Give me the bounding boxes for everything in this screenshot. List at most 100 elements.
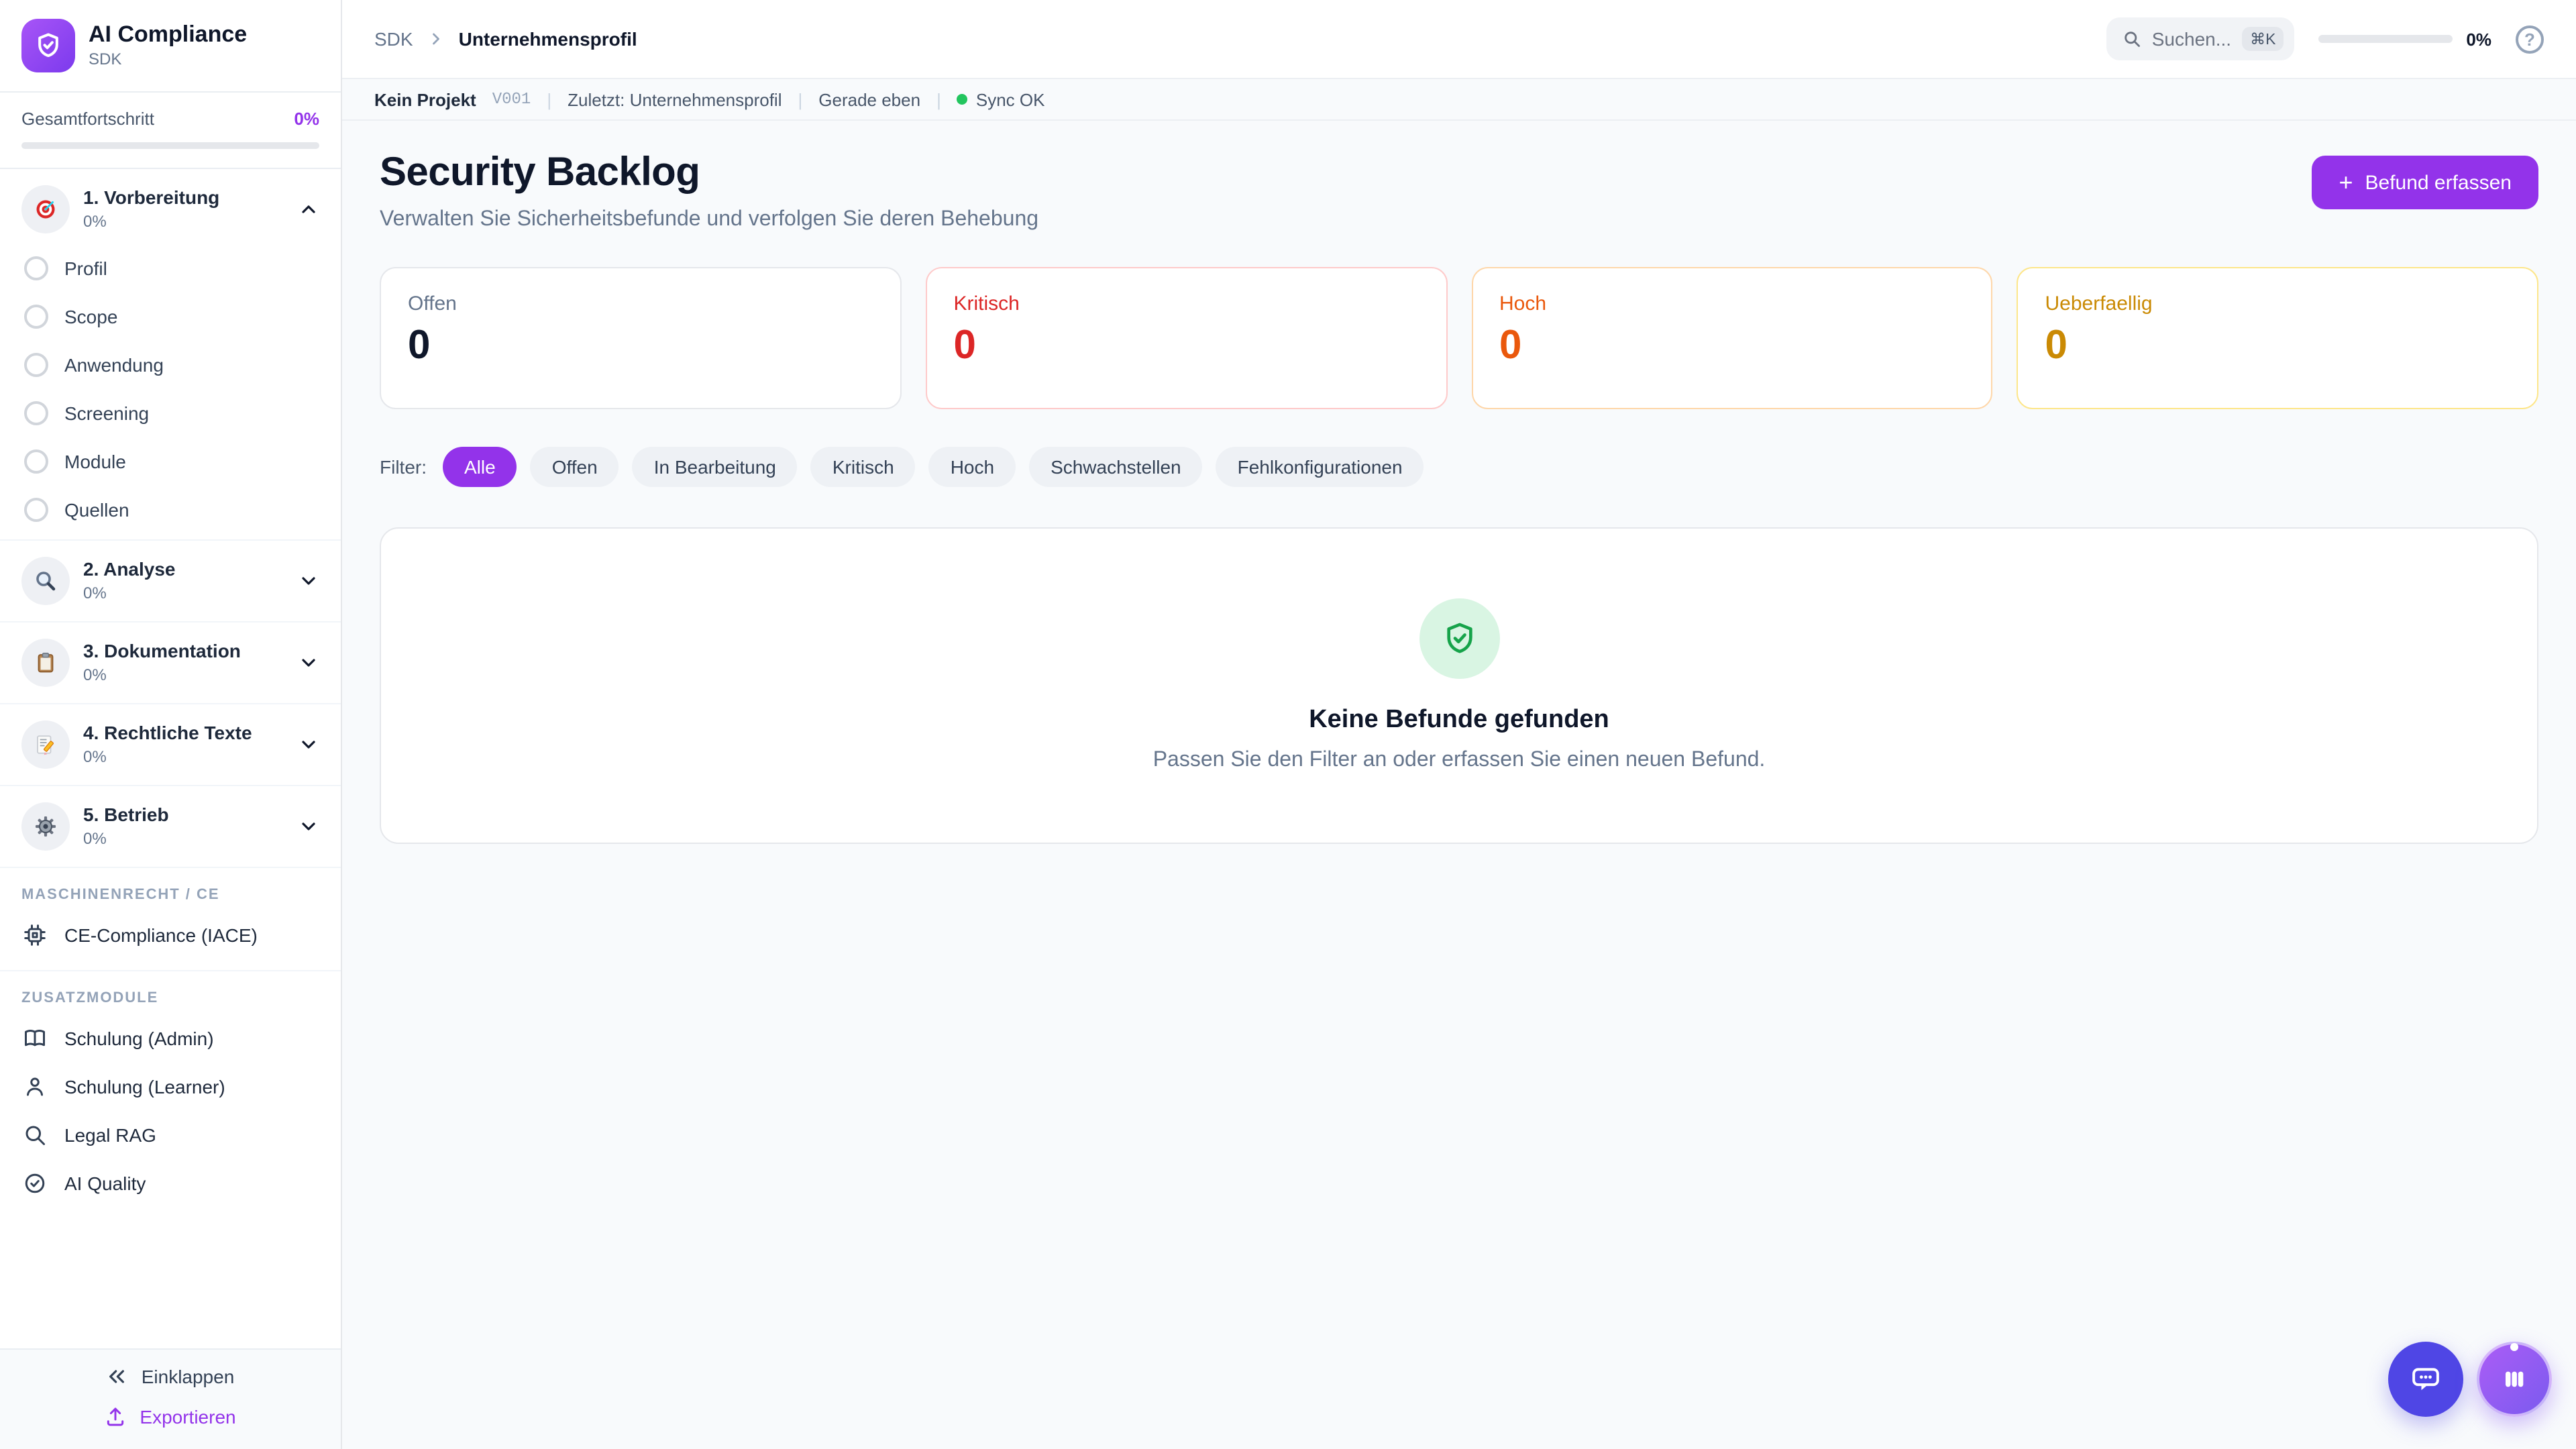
section-label-zusatzmodule: ZUSATZMODULE bbox=[0, 971, 341, 1014]
app-title: AI Compliance bbox=[89, 22, 247, 48]
breadcrumb-current: Unternehmensprofil bbox=[459, 28, 637, 50]
step-circle-icon bbox=[24, 353, 48, 377]
chevron-down-icon bbox=[298, 734, 319, 755]
overall-progress-bar bbox=[21, 142, 319, 149]
sidebar-phase-dokumentation[interactable]: 3. Dokumentation 0% bbox=[0, 628, 341, 698]
target-icon bbox=[21, 185, 70, 233]
kanban-columns-icon bbox=[2497, 1362, 2532, 1397]
last-saved-time: Gerade eben bbox=[818, 89, 920, 109]
sidebar-item-quellen[interactable]: Quellen bbox=[0, 486, 341, 534]
memo-icon bbox=[21, 720, 70, 769]
upload-icon bbox=[105, 1406, 126, 1428]
shield-check-green-icon bbox=[1419, 598, 1499, 679]
sidebar-item-schulung-admin[interactable]: Schulung (Admin) bbox=[0, 1014, 341, 1063]
sidebar-item-module[interactable]: Module bbox=[0, 437, 341, 486]
filter-chip-in-bearbeitung[interactable]: In Bearbeitung bbox=[633, 447, 798, 487]
step-circle-icon bbox=[24, 305, 48, 329]
overall-progress-label: Gesamtfortschritt bbox=[21, 109, 154, 129]
magnifier-icon bbox=[21, 557, 70, 605]
sidebar-footer: Einklappen Exportieren bbox=[0, 1348, 341, 1449]
chevron-up-icon bbox=[298, 199, 319, 220]
sidebar: AI Compliance SDK Gesamtfortschritt 0% bbox=[0, 0, 342, 1449]
sidebar-item-schulung-learner[interactable]: Schulung (Learner) bbox=[0, 1063, 341, 1111]
collapse-sidebar-button[interactable]: Einklappen bbox=[107, 1366, 235, 1387]
chevron-down-icon bbox=[298, 816, 319, 837]
sidebar-phase-rechtliche-texte[interactable]: 4. Rechtliche Texte 0% bbox=[0, 710, 341, 780]
create-finding-button[interactable]: + Befund erfassen bbox=[2312, 156, 2538, 209]
filter-chip-fehlkonfigurationen[interactable]: Fehlkonfigurationen bbox=[1216, 447, 1424, 487]
overall-progress: Gesamtfortschritt 0% bbox=[0, 93, 341, 169]
filter-chip-kritisch[interactable]: Kritisch bbox=[811, 447, 916, 487]
clipboard-icon bbox=[21, 639, 70, 687]
help-icon[interactable]: ? bbox=[2516, 25, 2544, 53]
sidebar-item-screening[interactable]: Screening bbox=[0, 389, 341, 437]
breadcrumb-root[interactable]: SDK bbox=[374, 28, 413, 50]
user-icon bbox=[21, 1075, 48, 1099]
phase-label: 1. Vorbereitung bbox=[83, 187, 284, 210]
section-label-maschinenrecht: MASCHINENRECHT / CE bbox=[0, 868, 341, 911]
page-title: Security Backlog bbox=[380, 150, 1038, 196]
header-progress-bar bbox=[2318, 35, 2453, 43]
last-saved: Zuletzt: Unternehmensprofil bbox=[568, 89, 782, 109]
overall-progress-value: 0% bbox=[294, 109, 319, 129]
export-button[interactable]: Exportieren bbox=[105, 1406, 235, 1428]
stat-card-hoch: Hoch 0 bbox=[1471, 267, 1993, 409]
header-progress: 0% bbox=[2318, 29, 2491, 49]
sidebar-item-anwendung[interactable]: Anwendung bbox=[0, 341, 341, 389]
sidebar-item-legal-rag[interactable]: Legal RAG bbox=[0, 1111, 341, 1159]
filter-label: Filter: bbox=[380, 456, 427, 478]
kanban-fab-button[interactable] bbox=[2477, 1342, 2552, 1417]
empty-state-card: Keine Befunde gefunden Passen Sie den Fi… bbox=[380, 527, 2538, 844]
breadcrumb: SDK Unternehmensprofil bbox=[374, 28, 637, 50]
sidebar-item-scope[interactable]: Scope bbox=[0, 292, 341, 341]
sync-status: Sync OK bbox=[957, 89, 1045, 109]
search-icon bbox=[21, 1123, 48, 1147]
sidebar-phase-betrieb[interactable]: 5. Betrieb 0% bbox=[0, 792, 341, 861]
search-placeholder: Suchen... bbox=[2152, 28, 2231, 50]
content: Security Backlog Verwalten Sie Sicherhei… bbox=[342, 121, 2576, 1449]
search-input[interactable]: Suchen... ⌘K bbox=[2106, 17, 2295, 60]
plus-icon: + bbox=[2339, 170, 2353, 195]
project-name: Kein Projekt bbox=[374, 89, 476, 109]
book-open-icon bbox=[21, 1026, 48, 1051]
phase-block-betrieb: 5. Betrieb 0% bbox=[0, 786, 341, 868]
chevron-down-icon bbox=[298, 570, 319, 592]
statusbar: Kein Projekt V001 | Zuletzt: Unternehmen… bbox=[342, 79, 2576, 121]
check-circle-icon bbox=[21, 1171, 48, 1195]
filter-chip-offen[interactable]: Offen bbox=[531, 447, 619, 487]
phase-block-dokumentation: 3. Dokumentation 0% bbox=[0, 623, 341, 704]
sidebar-phase-analyse[interactable]: 2. Analyse 0% bbox=[0, 546, 341, 616]
version-badge: V001 bbox=[492, 90, 531, 109]
app-subtitle: SDK bbox=[89, 51, 247, 70]
divider: | bbox=[936, 89, 941, 109]
sidebar-item-profil[interactable]: Profil bbox=[0, 244, 341, 292]
chat-fab-button[interactable] bbox=[2388, 1342, 2463, 1417]
shield-check-icon bbox=[34, 31, 63, 60]
phase-block-rechtliche-texte: 4. Rechtliche Texte 0% bbox=[0, 704, 341, 786]
stat-cards: Offen 0 Kritisch 0 Hoch 0 Ueberfaellig 0 bbox=[380, 267, 2538, 409]
divider: | bbox=[798, 89, 803, 109]
empty-state-message: Passen Sie den Filter an oder erfassen S… bbox=[1153, 749, 1766, 773]
app-logo bbox=[21, 19, 75, 72]
filter-bar: Filter: Alle Offen In Bearbeitung Kritis… bbox=[380, 447, 2538, 487]
sidebar-item-ce-compliance[interactable]: CE-Compliance (IACE) bbox=[0, 911, 341, 959]
phase-percent: 0% bbox=[83, 212, 284, 231]
sidebar-item-ai-quality[interactable]: AI Quality bbox=[0, 1159, 341, 1208]
search-icon bbox=[2123, 30, 2141, 48]
filter-chip-schwachstellen[interactable]: Schwachstellen bbox=[1029, 447, 1203, 487]
empty-state-title: Keine Befunde gefunden bbox=[1309, 706, 1609, 735]
step-circle-icon bbox=[24, 449, 48, 474]
filter-chip-hoch[interactable]: Hoch bbox=[929, 447, 1016, 487]
filter-chip-alle[interactable]: Alle bbox=[443, 447, 517, 487]
phase-block-vorbereitung: 1. Vorbereitung 0% Profil Scope bbox=[0, 169, 341, 541]
page-subtitle: Verwalten Sie Sicherheitsbefunde und ver… bbox=[380, 208, 1038, 232]
app-root: AI Compliance SDK Gesamtfortschritt 0% bbox=[0, 0, 2576, 1449]
sidebar-phase-vorbereitung[interactable]: 1. Vorbereitung 0% bbox=[0, 174, 341, 244]
sync-ok-dot-icon bbox=[957, 94, 968, 105]
stat-card-ueberfaellig: Ueberfaellig 0 bbox=[2017, 267, 2539, 409]
search-shortcut-badge: ⌘K bbox=[2242, 27, 2284, 51]
stat-card-kritisch: Kritisch 0 bbox=[926, 267, 1448, 409]
chevrons-left-icon bbox=[107, 1366, 128, 1387]
divider: | bbox=[547, 89, 551, 109]
phase-block-analyse: 2. Analyse 0% bbox=[0, 541, 341, 623]
